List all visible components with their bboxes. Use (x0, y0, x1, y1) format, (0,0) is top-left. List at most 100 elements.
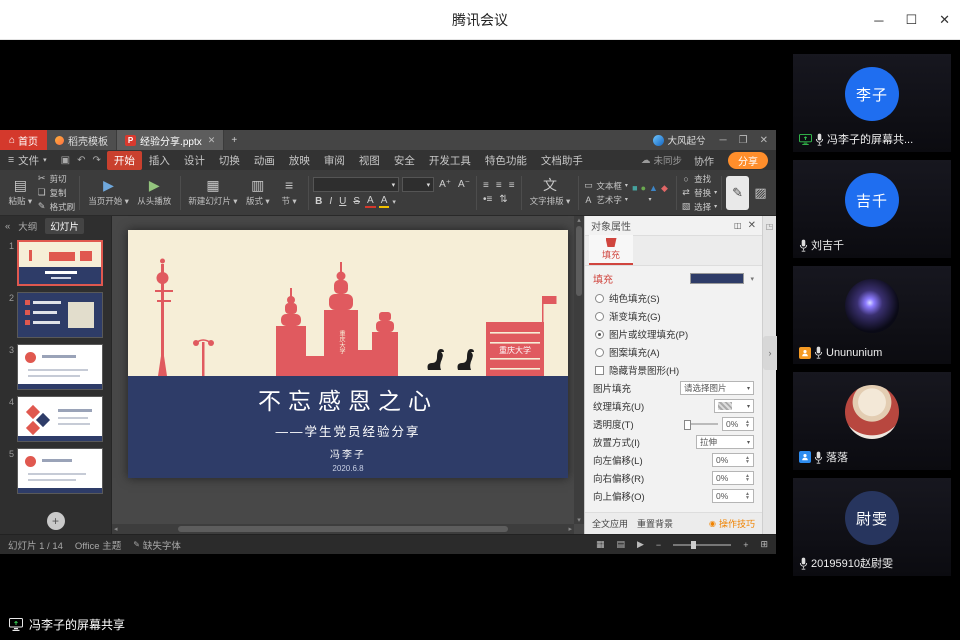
replace-button[interactable]: ⇄替换▾ (681, 187, 717, 199)
slide-thumbnail-4[interactable] (17, 396, 103, 442)
sync-status[interactable]: ☁ 未同步 (635, 153, 688, 167)
save-icon[interactable]: ▣ (61, 155, 70, 166)
decrease-font-button[interactable]: A⁻ (456, 179, 472, 190)
play-from-current-button[interactable]: ▶ 当页开始 ▾ (84, 178, 133, 207)
format-painter-button[interactable]: ✎格式刷 (37, 201, 76, 213)
redo-icon[interactable]: ↷ (93, 155, 101, 166)
strike-button[interactable]: S (351, 196, 362, 207)
panel-collapse-chevron[interactable]: › (763, 336, 777, 370)
layout-button[interactable]: ▥ 版式 ▾ (241, 178, 274, 207)
font-color-button[interactable]: A (365, 195, 376, 208)
document-tab[interactable]: P 经验分享.pptx ✕ (117, 130, 224, 150)
zoom-in-button[interactable]: + (743, 540, 748, 550)
zoom-slider[interactable] (673, 544, 731, 546)
slide-thumbnail-2[interactable] (17, 292, 103, 338)
placement-select[interactable]: 拉伸▾ (696, 435, 754, 449)
option-hide-background[interactable]: 隐藏背景图形(H) (585, 361, 762, 379)
slide-thumbnail-3[interactable] (17, 344, 103, 390)
ribbon-tab-insert[interactable]: 插入 (142, 151, 177, 170)
shape-triangle-icon[interactable]: ▲ (649, 183, 658, 193)
transparency-slider[interactable] (684, 423, 718, 425)
tab-outline[interactable]: 大纲 (18, 219, 37, 233)
select-button[interactable]: ▧选择▾ (681, 201, 717, 213)
font-size-select[interactable]: ▾ (402, 177, 434, 192)
participant-tile[interactable]: 落落 (793, 372, 951, 470)
wps-home-button[interactable]: ⌂ 首页 (0, 130, 47, 150)
increase-font-button[interactable]: A⁺ (437, 179, 453, 190)
fill-color-dropdown-icon[interactable]: ▾ (750, 275, 754, 283)
font-name-select[interactable]: ▾ (313, 177, 399, 192)
wps-restore-button[interactable]: ❐ (739, 135, 748, 146)
ribbon-tab-animation[interactable]: 动画 (247, 151, 282, 170)
line-spacing-icon[interactable]: ⇅ (497, 194, 509, 205)
share-button[interactable]: 分享 (728, 152, 768, 169)
zoom-out-button[interactable]: − (656, 540, 661, 550)
underline-button[interactable]: U (337, 196, 348, 207)
fill-tab[interactable]: 填充 (589, 235, 633, 265)
file-menu[interactable]: ≡ 文件 ▾ (0, 153, 55, 168)
paste-button[interactable]: ▤ 粘贴 ▾ (4, 178, 37, 207)
docer-tab[interactable]: 稻壳模板 (47, 130, 117, 150)
section-button[interactable]: ≡ 节 ▾ (274, 178, 304, 207)
align-center-icon[interactable]: ≡ (494, 180, 504, 191)
undo-icon[interactable]: ↶ (77, 155, 85, 166)
picture-fill-select[interactable]: 请选择图片▾ (680, 381, 754, 395)
ribbon-tab-review[interactable]: 审阅 (317, 151, 352, 170)
normal-view-icon[interactable]: ▦ (596, 539, 605, 550)
canvas-horizontal-scrollbar[interactable]: ◂▸ (112, 524, 574, 534)
align-left-icon[interactable]: ≡ (481, 180, 491, 191)
theme-name[interactable]: Office 主题 (75, 538, 121, 552)
tab-slides[interactable]: 幻灯片 (45, 218, 84, 234)
shape-circle-icon[interactable]: ● (641, 183, 646, 193)
new-tab-button[interactable]: + (224, 130, 244, 150)
option-picture-fill[interactable]: 图片或纹理填充(P) (585, 325, 762, 343)
collapse-panel-icon[interactable]: « (5, 221, 10, 232)
ribbon-tab-devtools[interactable]: 开发工具 (422, 151, 478, 170)
ribbon-tab-transition[interactable]: 切换 (212, 151, 247, 170)
close-button[interactable]: ✕ (939, 12, 950, 28)
ribbon-tab-view[interactable]: 视图 (352, 151, 387, 170)
fit-slide-icon[interactable]: ⊞ (760, 539, 768, 550)
shape-diamond-icon[interactable]: ◆ (661, 183, 668, 194)
find-button[interactable]: ○查找 (681, 173, 717, 185)
panel-close-icon[interactable]: ✕ (748, 220, 756, 231)
align-right-icon[interactable]: ≡ (507, 180, 517, 191)
ribbon-tab-design[interactable]: 设计 (177, 151, 212, 170)
canvas-vertical-scrollbar[interactable]: ▴ ▾ (574, 216, 584, 524)
minimize-button[interactable]: ─ (874, 13, 883, 28)
ribbon-tab-slideshow[interactable]: 放映 (282, 151, 317, 170)
add-slide-button[interactable]: + (47, 512, 65, 530)
slide-thumbnail-1[interactable] (17, 240, 103, 286)
cut-button[interactable]: ✂剪切 (37, 173, 76, 185)
apply-all-button[interactable]: 全文应用 (592, 517, 628, 530)
participant-tile[interactable]: 尉雯 20195910赵尉雯 (793, 478, 951, 576)
wordart-button[interactable]: A艺术字▾ (583, 194, 628, 206)
ribbon-tab-security[interactable]: 安全 (387, 151, 422, 170)
sorter-view-icon[interactable]: ▤ (616, 539, 625, 550)
tab-close-icon[interactable]: ✕ (208, 135, 216, 146)
italic-button[interactable]: I (327, 196, 334, 207)
current-slide[interactable]: 重庆大学 重庆大学 不忘感恩之心 ——学生党员经验分享 冯李子 2020.6.8 (128, 230, 568, 478)
tips-link[interactable]: ◉ 操作技巧 (709, 517, 755, 530)
font-status[interactable]: ✎ 缺失字体 (133, 538, 181, 552)
ribbon-tab-assistant[interactable]: 文档助手 (534, 151, 590, 170)
participant-tile[interactable]: 李子 冯李子的屏幕共... (793, 54, 951, 152)
offset-right-stepper[interactable]: 0% ▲▼ (712, 471, 754, 485)
shape-square-icon[interactable]: ■ (632, 183, 637, 193)
copy-button[interactable]: ❏复制 (37, 187, 76, 199)
wps-close-button[interactable]: ✕ (760, 135, 768, 146)
shapes-gallery[interactable]: ■ ● ▲ ◆ ▾ (628, 183, 672, 203)
highlight-color-button[interactable]: A (379, 195, 390, 208)
reset-background-button[interactable]: 重置背景 (637, 517, 673, 530)
active-tool-toggle[interactable]: ✎ (726, 176, 749, 210)
offset-left-stepper[interactable]: 0% ▲▼ (712, 453, 754, 467)
ribbon-tab-home[interactable]: 开始 (107, 151, 142, 170)
text-arrange-button[interactable]: 文 文字排版 ▾ (526, 178, 575, 207)
transparency-value[interactable]: 0% ▲▼ (722, 417, 754, 431)
new-slide-button[interactable]: ▦ 新建幻灯片 ▾ (185, 178, 242, 207)
participant-tile[interactable]: Unununium (793, 266, 951, 364)
texture-fill-select[interactable]: ▾ (714, 399, 754, 413)
option-pattern-fill[interactable]: 图案填充(A) (585, 343, 762, 361)
slideshow-view-icon[interactable]: ▶ (637, 539, 644, 550)
textbox-button[interactable]: ▭文本框▾ (583, 180, 628, 192)
